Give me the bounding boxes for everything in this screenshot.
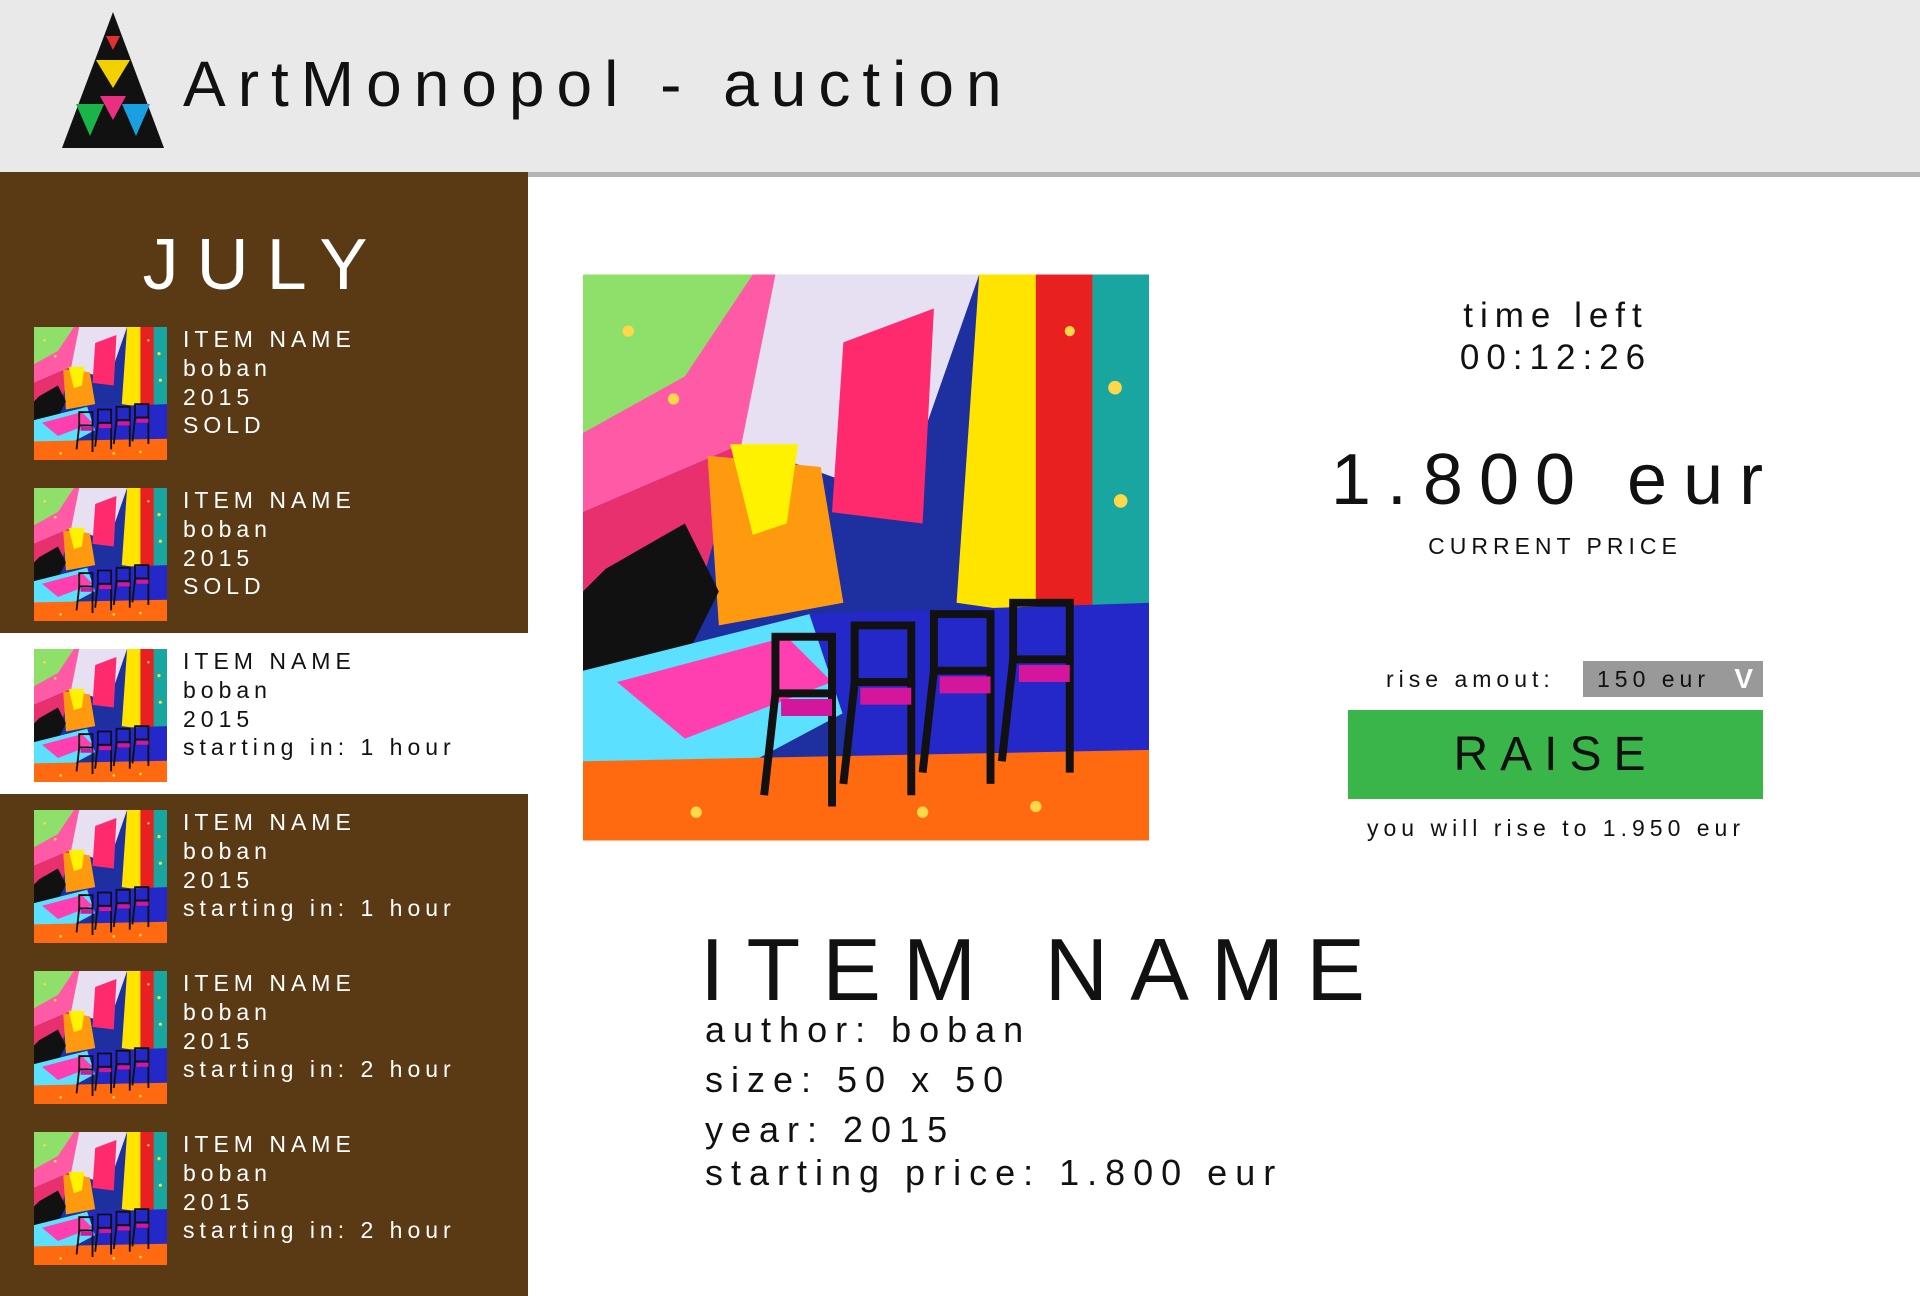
item-year-detail: year: 2015	[705, 1109, 956, 1150]
item-name: ITEM NAME	[183, 970, 356, 996]
item-name: ITEM NAME	[183, 487, 356, 513]
item-thumbnail	[34, 970, 167, 1105]
header-divider	[528, 172, 1920, 177]
sidebar-item[interactable]: ITEM NAME boban 2015 starting in: 2 hour	[0, 1116, 528, 1277]
site-title: ArtMonopol - auction	[183, 48, 1014, 120]
item-thumbnail	[34, 1131, 167, 1266]
item-thumbnail	[34, 326, 167, 461]
sidebar-item[interactable]: ITEM NAME boban 2015 SOLD	[0, 472, 528, 633]
item-size-detail: size: 50 x 50	[705, 1059, 1012, 1100]
item-status: starting in: 2 hour	[183, 1217, 456, 1244]
sidebar-item-active[interactable]: ITEM NAME boban 2015 starting in: 1 hour	[0, 633, 528, 794]
item-thumbnail	[34, 487, 167, 622]
item-year: 2015	[183, 1027, 255, 1054]
item-name: ITEM NAME	[183, 326, 356, 352]
sidebar-item[interactable]: ITEM NAME boban 2015 SOLD	[0, 311, 528, 472]
sidebar-item[interactable]: ITEM NAME boban 2015 starting in: 1 hour	[0, 794, 528, 955]
item-author: boban	[183, 676, 272, 703]
item-author: boban	[183, 354, 272, 381]
rise-amount-label: rise amout:	[1386, 666, 1555, 692]
artwork-image[interactable]	[583, 271, 1149, 844]
item-name: ITEM NAME	[183, 809, 356, 835]
time-left-countdown: 00:12:26	[1459, 338, 1653, 377]
item-year: 2015	[183, 1188, 255, 1215]
item-year: 2015	[183, 383, 255, 410]
current-price-caption: CURRENT PRICE	[1428, 533, 1682, 559]
item-status: SOLD	[183, 573, 266, 600]
rise-amount-value: 150 eur	[1597, 666, 1711, 692]
item-thumbnail	[34, 809, 167, 944]
item-status: starting in: 2 hour	[183, 1056, 456, 1083]
item-status: starting in: 1 hour	[183, 734, 456, 761]
item-author: boban	[183, 837, 272, 864]
time-left-label: time left	[1463, 296, 1649, 335]
item-status: starting in: 1 hour	[183, 895, 456, 922]
item-thumbnail	[34, 648, 167, 783]
item-status: SOLD	[183, 412, 266, 439]
item-year: 2015	[183, 544, 255, 571]
chevron-down-icon: V	[1734, 663, 1753, 694]
item-name: ITEM NAME	[183, 648, 356, 674]
item-starting-price-detail: starting price: 1.800 eur	[705, 1152, 1284, 1193]
item-year: 2015	[183, 866, 255, 893]
rise-amount-select[interactable]: 150 eur V	[1583, 661, 1763, 697]
item-author-detail: author: boban	[705, 1009, 1032, 1050]
item-name: ITEM NAME	[183, 1131, 356, 1157]
rise-preview-note: you will rise to 1.950 eur	[1366, 815, 1745, 841]
month-heading: JULY	[142, 225, 386, 305]
current-price: 1.800 eur	[1330, 440, 1780, 520]
item-title: ITEM NAME	[700, 920, 1387, 1019]
sidebar-item[interactable]: ITEM NAME boban 2015 starting in: 2 hour	[0, 955, 528, 1116]
item-author: boban	[183, 1159, 272, 1186]
artmonopol-logo[interactable]	[62, 12, 164, 148]
item-author: boban	[183, 998, 272, 1025]
raise-button[interactable]: RAISE	[1348, 710, 1763, 799]
item-year: 2015	[183, 705, 255, 732]
item-author: boban	[183, 515, 272, 542]
